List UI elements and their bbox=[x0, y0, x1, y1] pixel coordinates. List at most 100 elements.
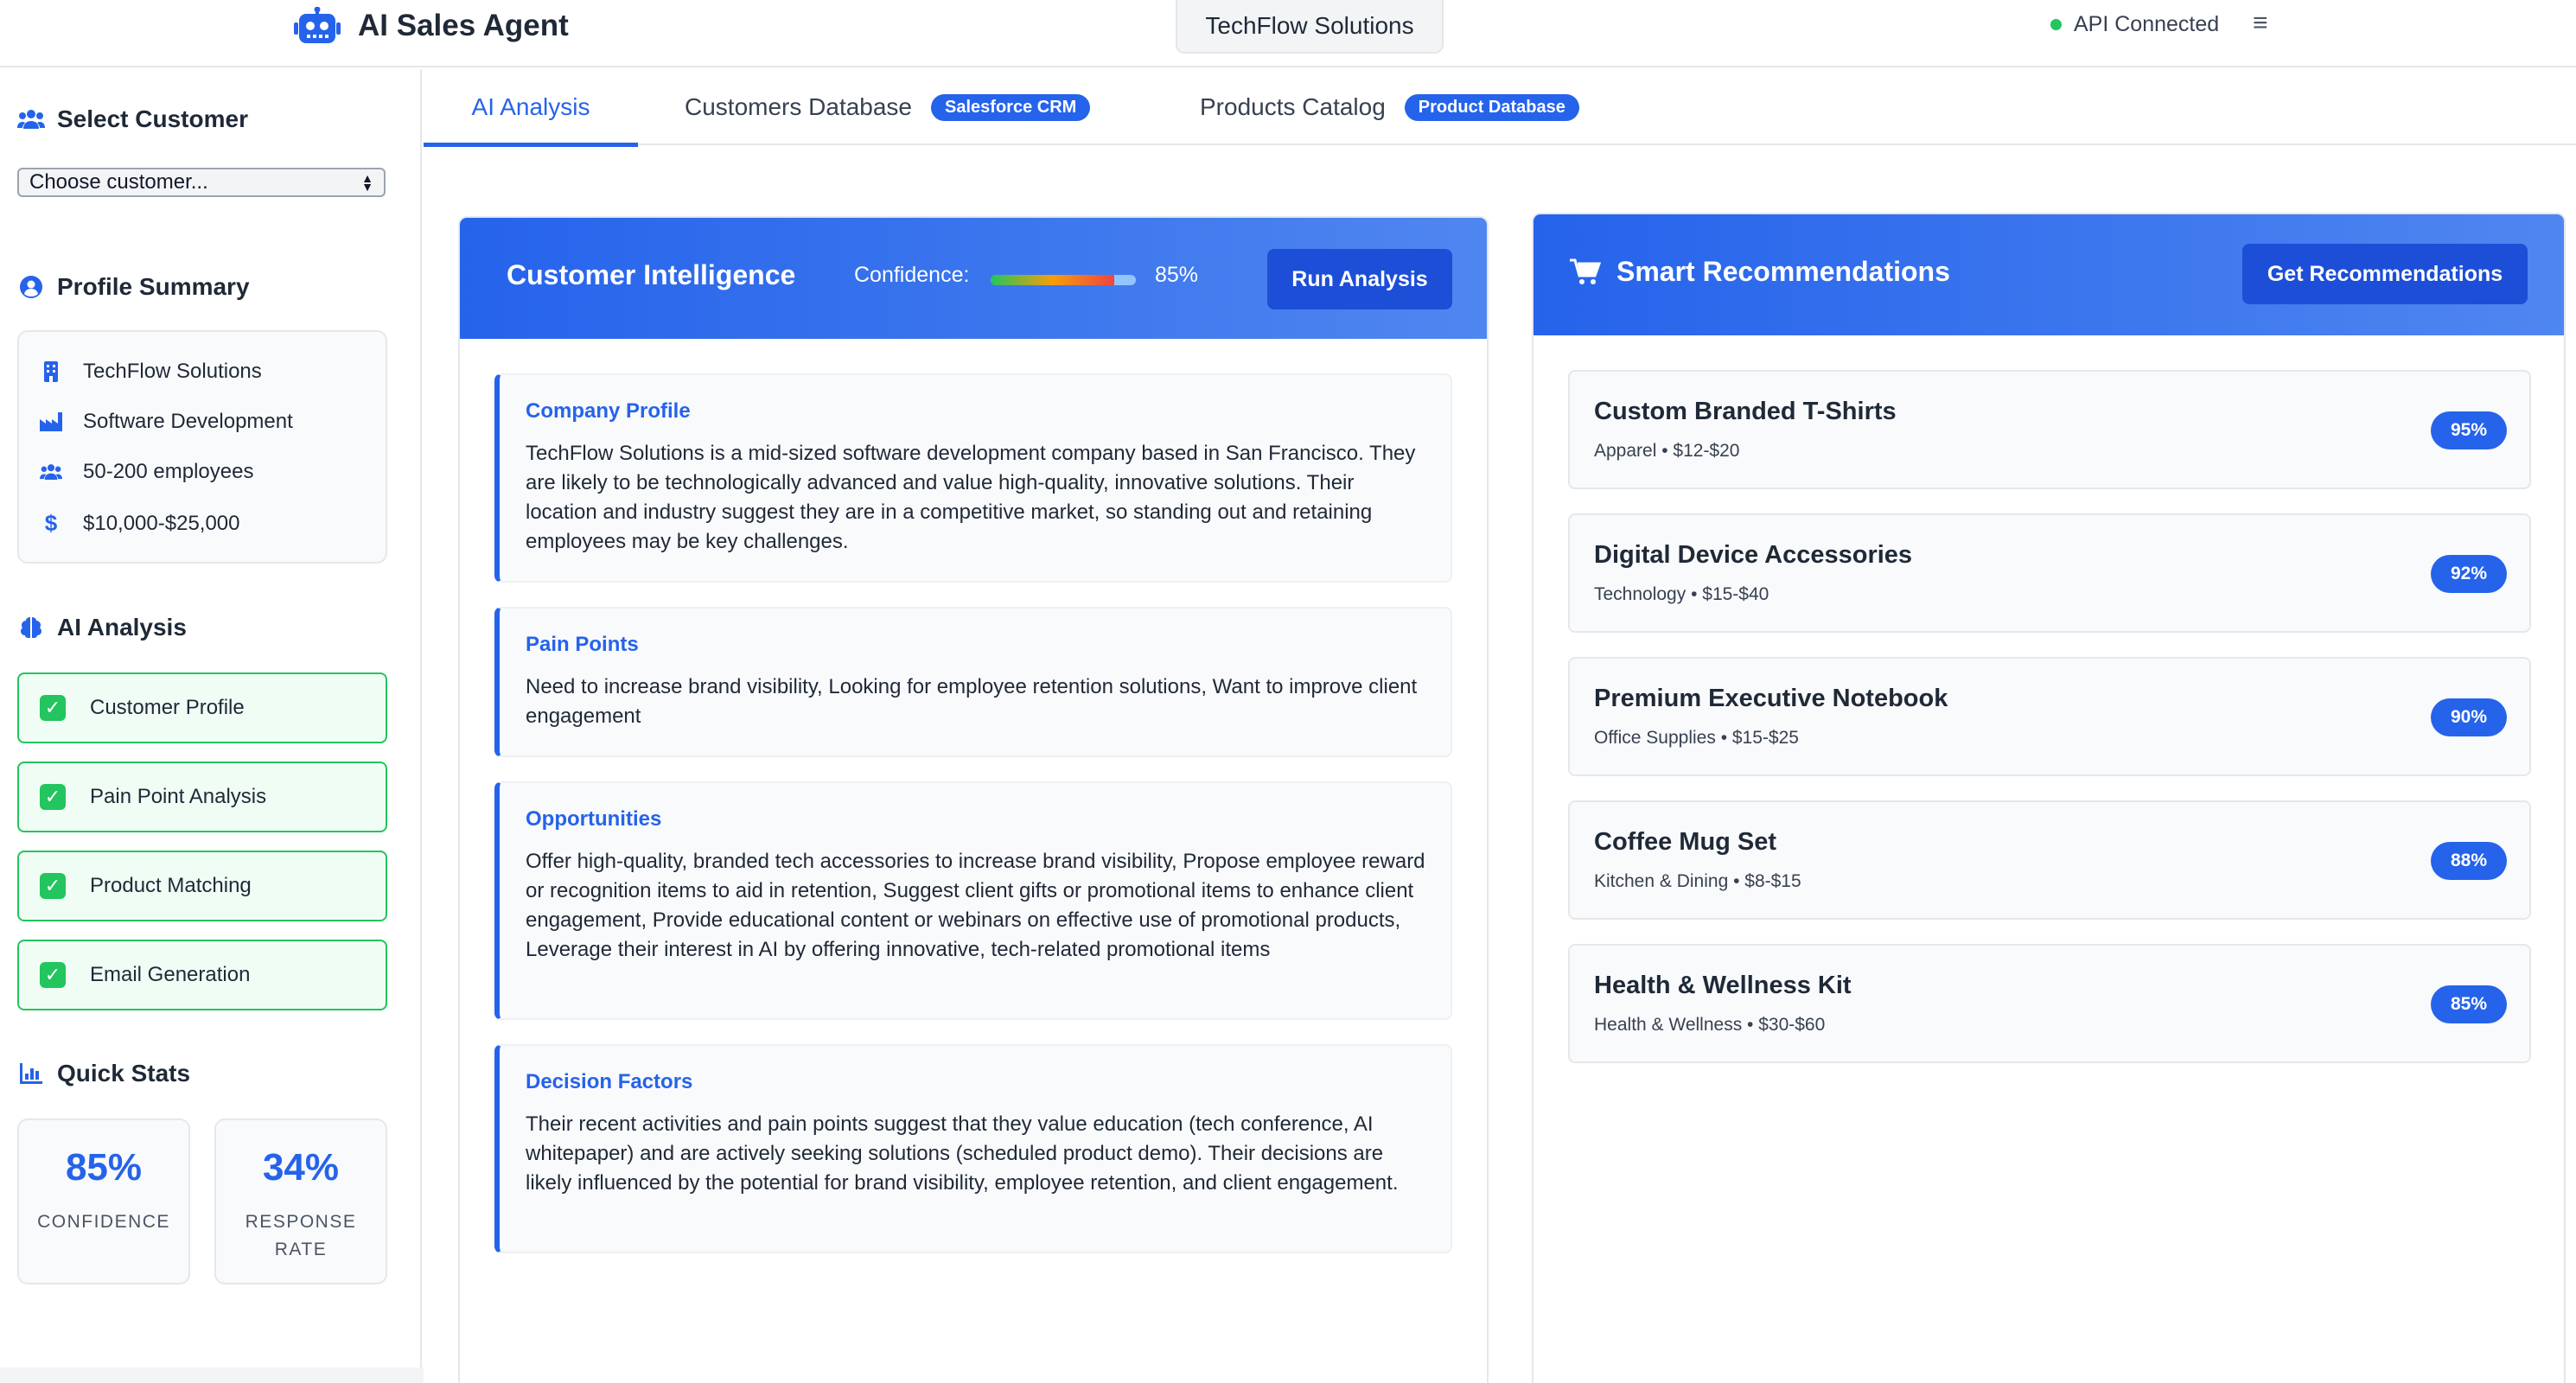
users-icon bbox=[40, 462, 62, 481]
recommendation-item[interactable]: Digital Device Accessories Technology • … bbox=[1568, 513, 2531, 633]
customer-select-value: Choose customer... bbox=[29, 170, 208, 194]
smart-recommendations-panel: Smart Recommendations Get Recommendation… bbox=[1532, 213, 2566, 1383]
checkmark-icon: ✓ bbox=[40, 695, 66, 721]
brain-icon bbox=[17, 614, 45, 641]
user-circle-icon bbox=[17, 273, 45, 301]
customer-intelligence-panel: Customer Intelligence Confidence: 85% Ru… bbox=[458, 216, 1489, 1383]
panel-title-text: Smart Recommendations bbox=[1616, 256, 1950, 287]
stat-value: 85% bbox=[65, 1146, 143, 1189]
current-company-label: TechFlow Solutions bbox=[1176, 0, 1444, 54]
match-score-badge: 92% bbox=[2431, 555, 2507, 593]
checkmark-icon: ✓ bbox=[40, 962, 66, 988]
industry-icon bbox=[40, 412, 62, 431]
recommendation-item[interactable]: Coffee Mug Set Kitchen & Dining • $8-$15… bbox=[1568, 800, 2531, 920]
panel-header: Customer Intelligence Confidence: 85% Ru… bbox=[460, 218, 1487, 339]
ai-analysis-heading: AI Analysis bbox=[17, 614, 187, 641]
tab-label: Customers Database bbox=[685, 93, 913, 120]
confidence-bar-fill bbox=[991, 275, 1114, 285]
product-meta: Apparel • $12-$20 bbox=[1594, 441, 1740, 461]
product-name: Coffee Mug Set bbox=[1594, 828, 1777, 856]
robot-icon bbox=[294, 7, 341, 43]
tab-label: Products Catalog bbox=[1200, 93, 1386, 120]
building-icon bbox=[40, 361, 62, 382]
section-title: Pain Points bbox=[526, 633, 639, 656]
users-icon bbox=[17, 105, 45, 133]
tab-label: AI Analysis bbox=[471, 93, 590, 120]
section-text: Their recent activities and pain points … bbox=[526, 1112, 1399, 1195]
profile-summary-card: TechFlow Solutions Software Development … bbox=[17, 330, 387, 564]
step-label: Pain Point Analysis bbox=[90, 785, 267, 808]
tab-ai-analysis[interactable]: AI Analysis bbox=[424, 69, 638, 147]
panel-title: Smart Recommendations bbox=[1570, 256, 1950, 288]
section-title: Company Profile bbox=[526, 399, 691, 423]
profile-budget: $10,000-$25,000 bbox=[83, 511, 240, 535]
profile-size-row: 50-200 employees bbox=[40, 460, 253, 484]
heading-text: Profile Summary bbox=[57, 273, 250, 300]
tab-customers-database[interactable]: Customers Database Salesforce CRM bbox=[685, 69, 1091, 145]
sidebar: Select Customer Choose customer... ▲ ▼ Pr… bbox=[0, 69, 422, 1367]
shopping-cart-icon bbox=[1570, 258, 1601, 286]
profile-budget-row: $ $10,000-$25,000 bbox=[40, 510, 240, 537]
stat-value: 34% bbox=[262, 1146, 340, 1189]
section-title: Opportunities bbox=[526, 807, 662, 831]
step-label: Email Generation bbox=[90, 963, 251, 986]
product-name: Digital Device Accessories bbox=[1594, 541, 1913, 569]
section-text: TechFlow Solutions is a mid-sized softwa… bbox=[526, 442, 1416, 553]
product-name: Premium Executive Notebook bbox=[1594, 685, 1948, 712]
customer-select[interactable]: Choose customer... ▲ ▼ bbox=[17, 168, 386, 197]
section-title: Decision Factors bbox=[526, 1070, 693, 1093]
tab-badge: Salesforce CRM bbox=[931, 93, 1091, 121]
get-recommendations-button[interactable]: Get Recommendations bbox=[2242, 244, 2528, 304]
sidebar-footer-strip bbox=[0, 1367, 424, 1383]
step-email-generation: ✓ Email Generation bbox=[17, 940, 387, 1010]
step-customer-profile: ✓ Customer Profile bbox=[17, 672, 387, 743]
dollar-icon: $ bbox=[44, 510, 58, 536]
tab-bar: AI Analysis Customers Database Salesforc… bbox=[424, 69, 2576, 147]
match-score-badge: 85% bbox=[2431, 985, 2507, 1023]
stat-label: CONFIDENCE bbox=[37, 1212, 170, 1232]
product-name: Health & Wellness Kit bbox=[1594, 972, 1852, 999]
section-text: Offer high-quality, branded tech accesso… bbox=[526, 850, 1425, 961]
checkmark-icon: ✓ bbox=[40, 873, 66, 899]
brand: AI Sales Agent bbox=[294, 7, 569, 45]
checkmark-icon: ✓ bbox=[40, 784, 66, 810]
app-header: AI Sales Agent TechFlow Solutions API Co… bbox=[0, 0, 2576, 67]
product-meta: Office Supplies • $15-$25 bbox=[1594, 728, 1799, 748]
panel-header: Smart Recommendations Get Recommendation… bbox=[1533, 214, 2564, 335]
api-status: API Connected bbox=[2050, 10, 2219, 38]
step-label: Customer Profile bbox=[90, 696, 245, 719]
run-analysis-button[interactable]: Run Analysis bbox=[1267, 249, 1452, 309]
profile-industry: Software Development bbox=[83, 410, 293, 433]
product-name: Custom Branded T-Shirts bbox=[1594, 398, 1897, 425]
tab-badge: Product Database bbox=[1404, 93, 1579, 121]
api-status-text: API Connected bbox=[2074, 11, 2220, 36]
tab-products-catalog[interactable]: Products Catalog Product Database bbox=[1200, 69, 1579, 145]
profile-company-row: TechFlow Solutions bbox=[40, 360, 262, 384]
step-product-matching: ✓ Product Matching bbox=[17, 851, 387, 921]
decision-factors-card: Decision Factors Their recent activities… bbox=[494, 1044, 1452, 1253]
match-score-badge: 90% bbox=[2431, 698, 2507, 736]
select-customer-heading: Select Customer bbox=[17, 105, 248, 133]
heading-text: Quick Stats bbox=[57, 1060, 191, 1087]
quick-stats-heading: Quick Stats bbox=[17, 1060, 190, 1087]
status-dot-icon bbox=[2050, 18, 2062, 30]
heading-text: Select Customer bbox=[57, 105, 248, 132]
product-meta: Health & Wellness • $30-$60 bbox=[1594, 1015, 1826, 1035]
pain-points-card: Pain Points Need to increase brand visib… bbox=[494, 607, 1452, 757]
profile-summary-heading: Profile Summary bbox=[17, 273, 250, 301]
confidence-bar bbox=[991, 275, 1136, 285]
step-label: Product Matching bbox=[90, 874, 252, 897]
recommendation-item[interactable]: Custom Branded T-Shirts Apparel • $12-$2… bbox=[1568, 370, 2531, 489]
recommendation-item[interactable]: Premium Executive Notebook Office Suppli… bbox=[1568, 657, 2531, 776]
stat-confidence: 85% CONFIDENCE bbox=[17, 1119, 190, 1284]
panel-title: Customer Intelligence bbox=[507, 259, 796, 290]
company-profile-card: Company Profile TechFlow Solutions is a … bbox=[494, 373, 1452, 583]
confidence-label: Confidence: bbox=[854, 263, 970, 287]
recommendation-item[interactable]: Health & Wellness Kit Health & Wellness … bbox=[1568, 944, 2531, 1063]
select-arrows-icon: ▲ ▼ bbox=[361, 171, 373, 194]
stat-label: RESPONSE RATE bbox=[245, 1212, 357, 1259]
step-pain-point-analysis: ✓ Pain Point Analysis bbox=[17, 762, 387, 832]
product-meta: Technology • $15-$40 bbox=[1594, 584, 1769, 604]
hamburger-menu-icon[interactable]: ≡ bbox=[2253, 9, 2268, 38]
section-text: Need to increase brand visibility, Looki… bbox=[526, 675, 1418, 728]
